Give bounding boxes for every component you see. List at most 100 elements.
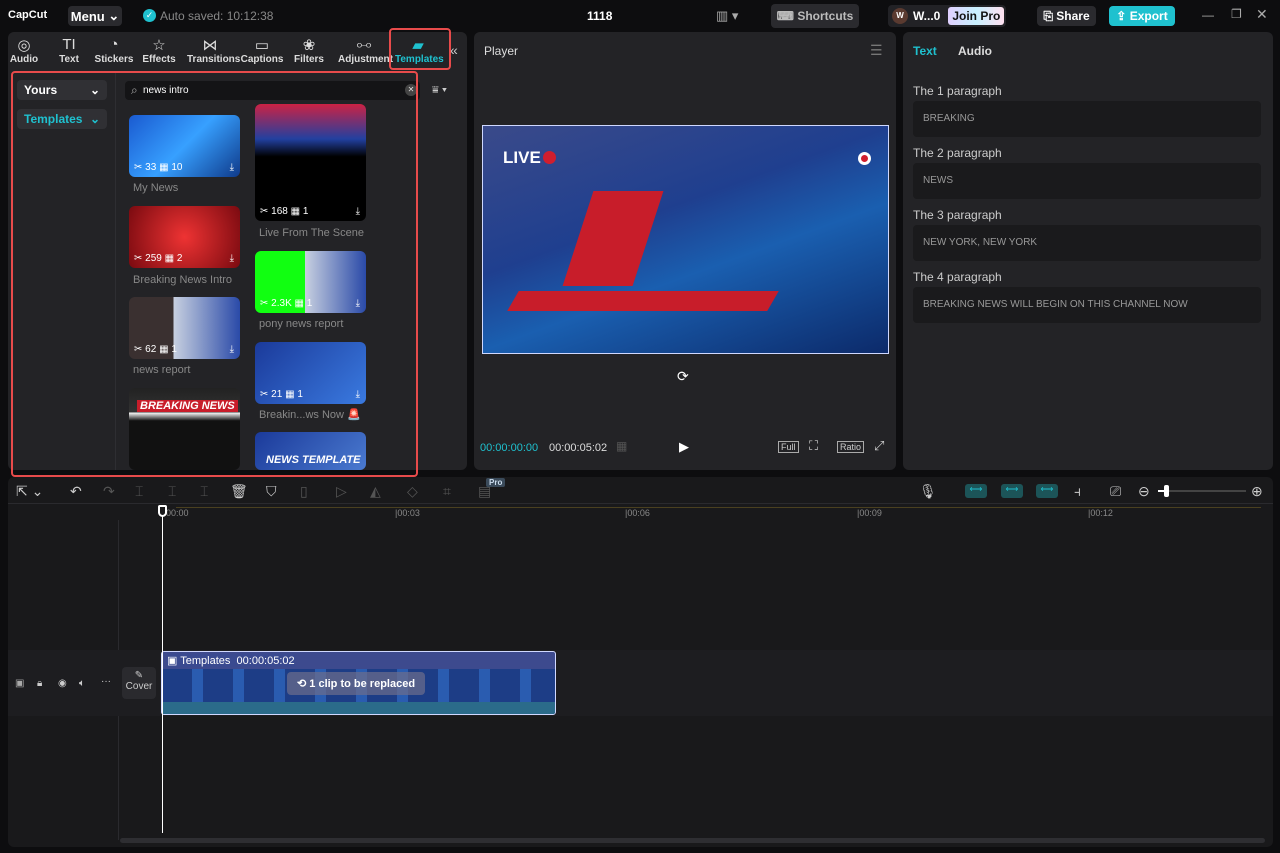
redo-icon[interactable]: ↷ (103, 483, 115, 500)
tool-effects[interactable]: ☆ Effects (136, 36, 182, 65)
magnet-icon[interactable]: ⟷ (965, 484, 987, 498)
tab-audio[interactable]: Audio (958, 44, 992, 58)
tool-adjustment[interactable]: ⧟ Adjustment (338, 36, 393, 65)
split-right-icon[interactable]: ⌶ (200, 483, 208, 500)
playhead-handle[interactable] (158, 505, 167, 517)
screen-icon[interactable]: ⎚ (1110, 483, 1121, 500)
template-stats: ✂ 62 ▦ 1 (134, 344, 177, 355)
minimize-icon[interactable]: — (1202, 8, 1214, 22)
audio-waveform (162, 702, 555, 714)
ruler-tick: |00:12 (1088, 508, 1113, 518)
download-icon[interactable]: ⤓ (230, 344, 234, 355)
volume-icon[interactable]: 🔈︎ (79, 678, 85, 689)
maximize-icon[interactable]: ❐ (1231, 7, 1242, 21)
filter-icon[interactable]: ⩸ ▾ (432, 84, 447, 97)
tool-stickers[interactable]: ◔ Stickers (91, 36, 137, 65)
split-view-icon[interactable]: ⫞ (1074, 483, 1081, 500)
template-card[interactable]: ✂ 33 ▦ 10 ⤓ (129, 115, 240, 177)
lock-icon[interactable]: 🔒︎ (37, 678, 42, 689)
download-icon[interactable]: ⤓ (230, 162, 234, 173)
download-icon[interactable]: ⤓ (356, 389, 360, 400)
freeze-icon[interactable]: ▯ (300, 483, 308, 500)
tool-label: Transitions (187, 54, 241, 65)
replace-clip-badge[interactable]: ⟲ 1 clip to be replaced (287, 672, 426, 695)
template-stats: ✂ 259 ▦ 2 (134, 253, 183, 264)
template-card[interactable]: ✂ 168 ▦ 1 ⤓ (255, 104, 366, 221)
paragraph-input[interactable]: BREAKING NEWS WILL BEGIN ON THIS CHANNEL… (913, 287, 1261, 323)
template-card[interactable]: NEWS TEMPLATE (255, 432, 366, 470)
paragraph-input[interactable]: BREAKING (913, 101, 1261, 137)
red-bar (507, 291, 779, 311)
playhead[interactable] (162, 508, 163, 833)
undo-icon[interactable]: ↶ (70, 483, 82, 500)
rotate-clip-icon[interactable]: ◇ (407, 483, 418, 500)
track-icon[interactable]: ▣ (15, 678, 24, 689)
export-button[interactable]: ⇪ Export (1109, 6, 1175, 26)
microphone-icon[interactable]: 🎙 (919, 483, 937, 500)
eye-icon[interactable]: ◉ (58, 678, 67, 689)
full-button[interactable]: Full (778, 441, 799, 453)
template-title: Breakin...ws Now 🚨 (259, 409, 361, 421)
zoom-in-icon[interactable]: ⊕ (1251, 483, 1263, 500)
split-left-icon[interactable]: ⌶ (168, 483, 176, 500)
template-title: pony news report (259, 318, 344, 330)
template-stats: ✂ 2.3K ▦ 1 (260, 298, 313, 309)
player-menu-icon[interactable]: ☰ (870, 42, 883, 59)
frames-icon[interactable]: ▦ (616, 439, 627, 453)
delete-icon[interactable]: 🗑 (230, 483, 248, 500)
fullscreen-icon[interactable]: ⤢ (874, 438, 884, 454)
cover-button[interactable]: ✎ Cover (122, 667, 156, 699)
tool-text[interactable]: TI Text (46, 36, 92, 65)
ratio-button[interactable]: Ratio (837, 441, 865, 453)
yours-dropdown[interactable]: Yours ⌄ (17, 80, 107, 100)
reverse-icon[interactable]: ▷ (336, 483, 347, 500)
tab-text[interactable]: Text (913, 44, 937, 58)
account-button[interactable]: W W...0 Join Pro (888, 5, 1006, 27)
tool-captions[interactable]: ▭ Captions (239, 36, 285, 65)
template-sidebar: Yours ⌄ Templates ⌄ (14, 72, 116, 470)
download-icon[interactable]: ⤓ (230, 253, 234, 264)
template-card[interactable]: BREAKING NEWS (129, 388, 240, 470)
link-icon[interactable]: ⟷ (1001, 484, 1023, 498)
tool-audio[interactable]: ◎ Audio (1, 36, 47, 65)
zoom-slider[interactable] (1158, 485, 1246, 497)
mirror-icon[interactable]: ◭ (370, 483, 381, 500)
close-icon[interactable]: ✕ (1256, 6, 1268, 23)
select-tool-icon[interactable]: ⇱ ⌄ (16, 483, 43, 500)
project-title: 1118 (587, 9, 613, 23)
shortcuts-button[interactable]: ⌨ Shortcuts (771, 4, 859, 28)
tool-label: Effects (142, 54, 176, 65)
template-stats: ✂ 168 ▦ 1 (260, 206, 309, 217)
collapse-panel-icon[interactable]: « (450, 42, 458, 58)
marker-icon[interactable]: ⛉ (266, 483, 277, 500)
play-button[interactable]: ▶ (679, 439, 689, 455)
share-button[interactable]: ⎘ Share (1037, 6, 1096, 26)
rotate-icon[interactable]: ⟳ (677, 368, 689, 385)
template-card[interactable]: ✂ 21 ▦ 1 ⤓ (255, 342, 366, 404)
horizontal-scrollbar[interactable] (120, 838, 1265, 843)
template-card[interactable]: ✂ 62 ▦ 1 ⤓ (129, 297, 240, 359)
video-preview[interactable]: LIVE (482, 125, 889, 354)
tool-transitions[interactable]: ⋈ Transitions (187, 36, 240, 65)
split-icon[interactable]: ⌶ (135, 483, 143, 500)
layout-icon[interactable]: ▥ ▾ (716, 8, 738, 24)
download-icon[interactable]: ⤓ (356, 206, 360, 217)
clear-search-icon[interactable]: ✕ (405, 84, 417, 96)
paragraph-input[interactable]: NEWS (913, 163, 1261, 199)
more-icon[interactable]: ··· (101, 676, 111, 687)
menu-button[interactable]: Menu ⌄ (68, 6, 122, 26)
ruler-tick: 00:00 (166, 508, 189, 518)
template-card[interactable]: ✂ 259 ▦ 2 ⤓ (129, 206, 240, 268)
template-card[interactable]: ✂ 2.3K ▦ 1 ⤓ (255, 251, 366, 313)
join-pro-button[interactable]: Join Pro (948, 7, 1005, 25)
download-icon[interactable]: ⤓ (356, 298, 360, 309)
search-input[interactable]: ⌕ news intro ✕ (125, 81, 420, 100)
tool-filters[interactable]: ❀ Filters (286, 36, 332, 65)
template-clip[interactable]: ▣ Templates 00:00:05:02 ⟲ 1 clip to be r… (161, 651, 556, 715)
crop-icon[interactable]: ⌗ (443, 483, 451, 500)
zoom-out-icon[interactable]: ⊖ (1138, 483, 1150, 500)
zoom-fit-icon[interactable]: ⛶ (809, 438, 818, 454)
preview-axis-icon[interactable]: ⟷ (1036, 484, 1058, 498)
paragraph-input[interactable]: NEW YORK, NEW YORK (913, 225, 1261, 261)
templates-category[interactable]: Templates ⌄ (17, 109, 107, 129)
